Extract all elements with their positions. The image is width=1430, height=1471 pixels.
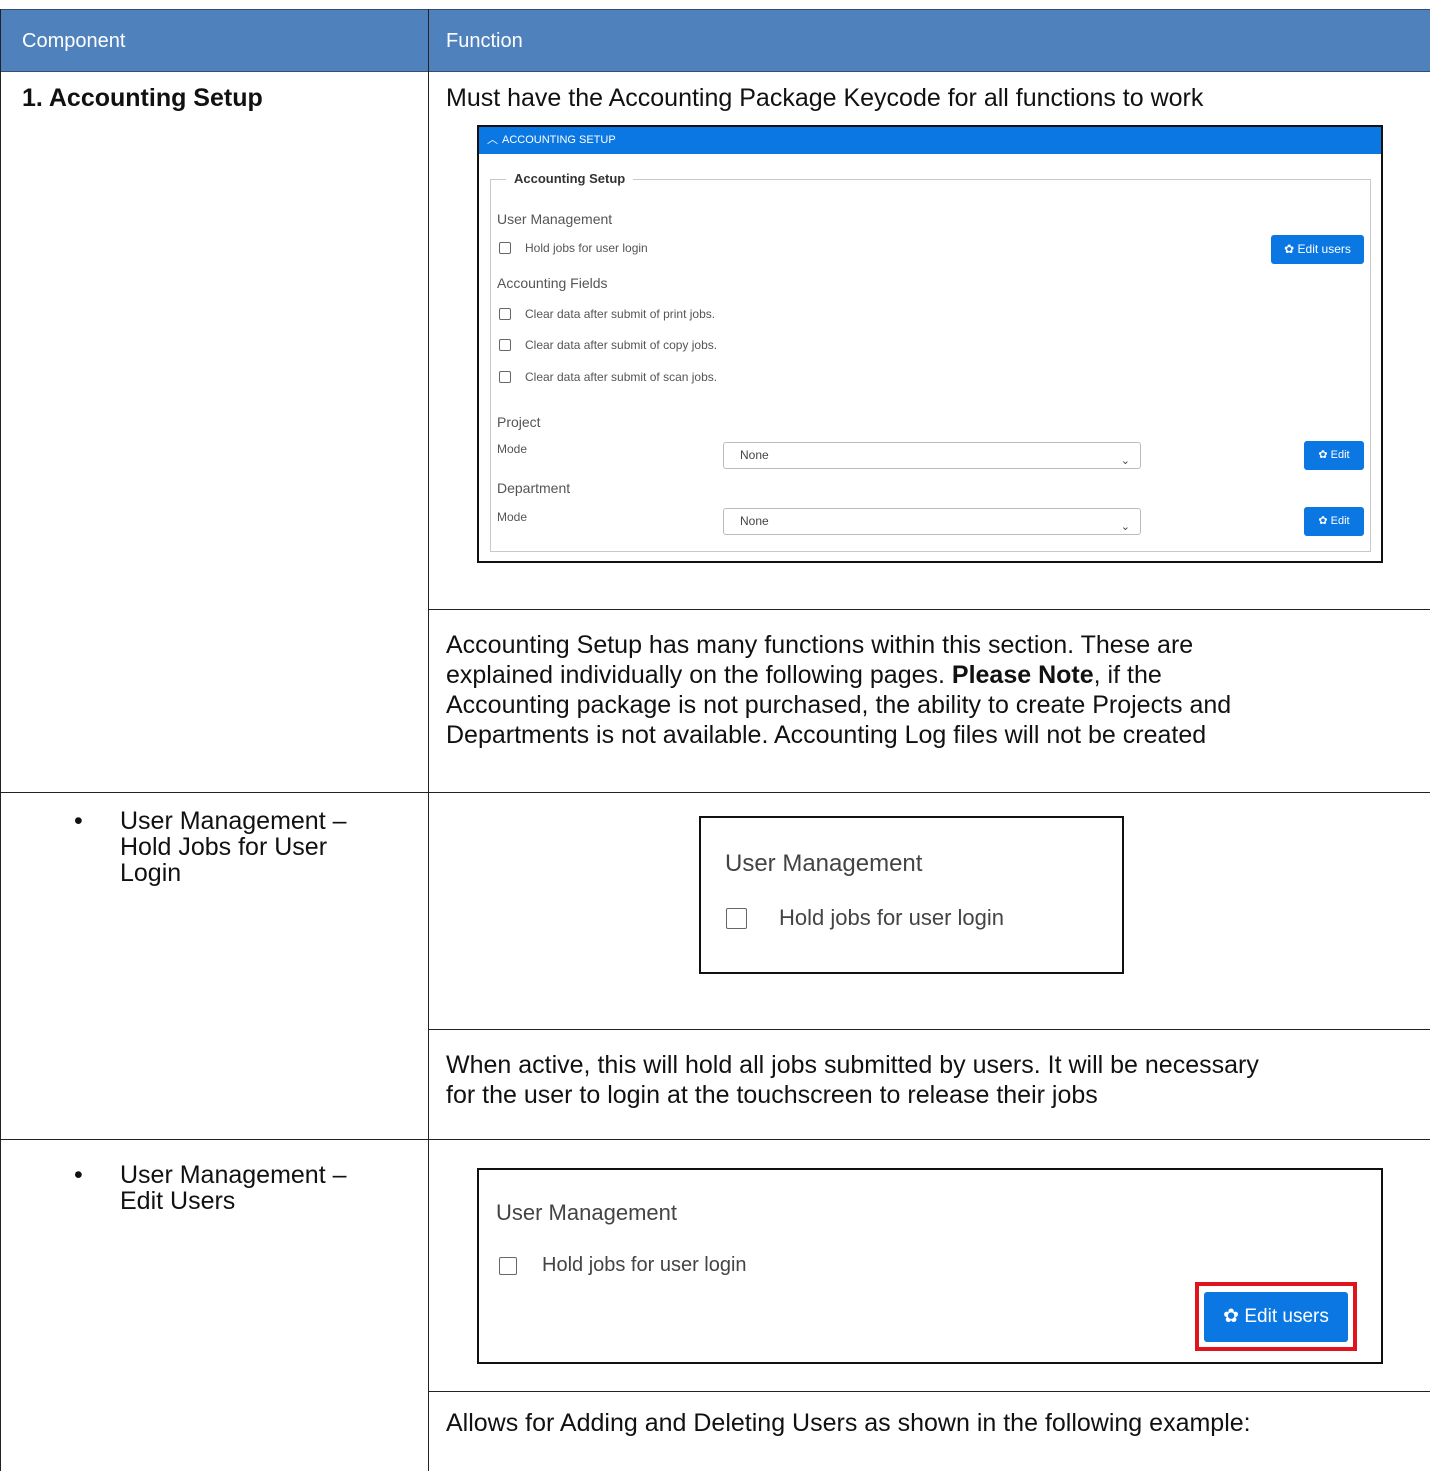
edit-users-button[interactable]: ✿ Edit users: [1271, 235, 1364, 264]
component-line: User Management –: [120, 1161, 347, 1189]
gear-icon: ✿: [1318, 449, 1328, 461]
edit-users-label: Edit users: [1297, 242, 1351, 256]
clear-print-label: Clear data after submit of print jobs.: [525, 307, 716, 321]
column-divider: [428, 9, 429, 1471]
clear-copy-label: Clear data after submit of copy jobs.: [525, 338, 718, 352]
row1-bottom: [0, 792, 1430, 793]
project-mode-label: Mode: [497, 442, 528, 456]
clear-print-checkbox[interactable]: [499, 308, 511, 320]
edit-label: Edit: [1330, 449, 1350, 461]
user-management-label: User Management: [496, 1200, 677, 1225]
row2-split: [428, 1029, 1430, 1030]
component-line: User Management –: [120, 807, 347, 835]
bullet: •: [74, 807, 83, 835]
clear-scan-checkbox[interactable]: [499, 371, 511, 383]
bullet: •: [74, 1161, 83, 1189]
component-line: Hold Jobs for User: [120, 833, 328, 861]
hold-jobs-checkbox[interactable]: [726, 908, 747, 929]
text-line: Departments is not available. Accounting…: [446, 721, 1207, 749]
component-line: Edit Users: [120, 1187, 236, 1215]
edit-label: Edit: [1330, 515, 1350, 527]
text-span: , if the: [1093, 661, 1162, 689]
accounting-fieldset: Accounting Setup: [490, 171, 1371, 552]
chevron-down-icon: ⌄: [1120, 521, 1130, 533]
text-line: explained individually on the following …: [446, 660, 1231, 690]
row1-component: 1. Accounting Setup: [22, 84, 263, 112]
bar-title: ACCOUNTING SETUP: [502, 134, 616, 146]
accounting-fields-label: Accounting Fields: [497, 275, 608, 291]
department-mode-value: None: [740, 514, 769, 528]
row2-bottom: [0, 1139, 1430, 1140]
edit-users-button[interactable]: ✿ Edit users: [1204, 1292, 1348, 1342]
component-line: Login: [120, 859, 182, 887]
chevron-up-icon: ︿: [487, 134, 498, 146]
header-function: Function: [446, 30, 523, 52]
hold-jobs-checkbox[interactable]: [499, 242, 511, 254]
user-management-screenshot: User Management Hold jobs for user login: [699, 816, 1124, 974]
row1-split: [428, 609, 1430, 610]
text-line: Accounting package is not purchased, the…: [446, 691, 1232, 719]
please-note: Please Note: [951, 661, 1094, 689]
text-span: explained individually on the following …: [446, 661, 952, 689]
hold-jobs-label: Hold jobs for user login: [542, 1254, 747, 1276]
row3-function-description: Allows for Adding and Deleting Users as …: [446, 1409, 1251, 1437]
accounting-setup-screenshot: ︿ ACCOUNTING SETUP Accounting Setup User …: [477, 125, 1383, 563]
chevron-down-icon: ⌄: [1120, 455, 1130, 467]
text-line: Accounting Setup has many functions with…: [446, 631, 1194, 659]
row3-split: [428, 1391, 1430, 1392]
gear-icon: ✿: [1318, 515, 1328, 527]
hold-jobs-label: Hold jobs for user login: [525, 241, 648, 255]
gear-icon: ✿: [1284, 242, 1295, 256]
department-mode-label: Mode: [497, 510, 528, 524]
user-management-label: User Management: [725, 850, 923, 877]
header-component: Component: [22, 30, 126, 52]
hold-jobs-checkbox[interactable]: [499, 1257, 517, 1275]
row2-function-description: When active, this will hold all jobs sub…: [446, 1050, 1259, 1110]
project-mode-select[interactable]: None ⌄: [723, 442, 1141, 469]
row1-function-description: Accounting Setup has many functions with…: [446, 630, 1231, 750]
accounting-setup-bar[interactable]: ︿ ACCOUNTING SETUP: [479, 127, 1381, 154]
edit-users-label: Edit users: [1244, 1306, 1329, 1327]
project-mode-value: None: [740, 448, 769, 462]
department-mode-select[interactable]: None ⌄: [723, 508, 1141, 535]
project-edit-button[interactable]: ✿ Edit: [1304, 441, 1364, 470]
row1-function-top: Must have the Accounting Package Keycode…: [446, 84, 1204, 112]
row2-component: • User Management – Hold Jobs for User L…: [74, 807, 347, 887]
department-edit-button[interactable]: ✿ Edit: [1304, 507, 1364, 536]
user-management-label: User Management: [497, 211, 613, 227]
clear-copy-checkbox[interactable]: [499, 339, 511, 351]
project-label: Project: [497, 414, 541, 430]
table-header: Component Function: [0, 9, 1430, 72]
gear-icon: ✿: [1223, 1306, 1240, 1327]
text-line: for the user to login at the touchscreen…: [446, 1081, 1098, 1109]
department-label: Department: [497, 480, 571, 496]
edit-users-screenshot: User Management Hold jobs for user login…: [477, 1168, 1383, 1364]
text-line: When active, this will hold all jobs sub…: [446, 1051, 1259, 1079]
fieldset-legend: Accounting Setup: [506, 171, 634, 186]
clear-scan-label: Clear data after submit of scan jobs.: [525, 370, 718, 384]
row3-component: • User Management – Edit Users: [74, 1161, 347, 1215]
hold-jobs-label: Hold jobs for user login: [779, 905, 1005, 930]
border-left: [0, 9, 1, 1471]
